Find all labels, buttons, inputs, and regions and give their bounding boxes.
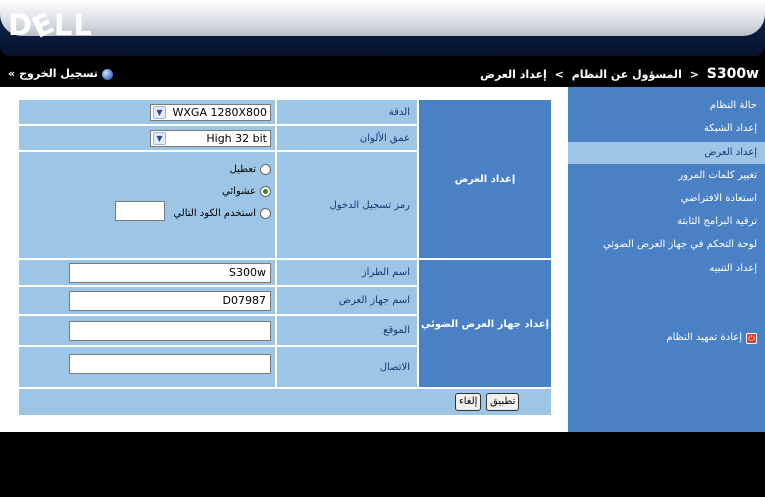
settings-form: إعداد العرض إعداد جهاز العرض الضوئي الدق… bbox=[19, 100, 551, 415]
header-banner: DELL bbox=[0, 0, 765, 56]
logout-chevron-icon: » bbox=[8, 67, 16, 80]
breadcrumb-admin[interactable]: المسؤول عن النظام bbox=[572, 68, 682, 81]
breadcrumb: S300w < المسؤول عن النظام > إعداد العرض bbox=[480, 61, 759, 87]
model-name-label: اسم الطراز bbox=[361, 267, 410, 278]
contact-label: الاتصال bbox=[379, 361, 410, 373]
cancel-button[interactable]: إلغاء bbox=[455, 393, 482, 411]
radio-random[interactable]: عشوائي bbox=[222, 182, 271, 200]
restart-label: إعادة تمهيد النظام bbox=[666, 332, 742, 343]
dell-logo: DELL bbox=[8, 5, 93, 45]
sidebar-item-display-setup[interactable]: إعداد العرض bbox=[568, 142, 765, 164]
restart-system-link[interactable]: ⏻ إعادة تمهيد النظام bbox=[568, 327, 765, 349]
sidebar-item-system-status[interactable]: حالة النظام bbox=[568, 95, 765, 117]
logout-icon bbox=[101, 68, 113, 80]
radio-use-code[interactable]: استخدم الكود التالي bbox=[173, 204, 271, 222]
main-content: حالة النظام إعداد الشبكة إعداد العرض تغي… bbox=[0, 87, 765, 432]
radio-button bbox=[260, 207, 271, 219]
projector-name-label: اسم جهاز العرض bbox=[338, 295, 410, 306]
model-name-field[interactable]: S300w bbox=[69, 263, 271, 283]
chevron-down-icon: ▼ bbox=[153, 106, 166, 119]
breadcrumb-separator: > bbox=[554, 68, 564, 81]
sidebar-item-projector-control[interactable]: لوحة التحكم في جهاز العرض الضوئي bbox=[568, 234, 765, 256]
logout-label: تسجيل الخروج bbox=[19, 67, 98, 80]
resolution-label: الدقة bbox=[388, 106, 410, 118]
column-divider bbox=[275, 100, 277, 387]
sidebar-item-network-setup[interactable]: إعداد الشبكة bbox=[568, 118, 765, 140]
sidebar: حالة النظام إعداد الشبكة إعداد العرض تغي… bbox=[568, 87, 765, 432]
header-shine bbox=[0, 0, 765, 36]
breadcrumb-current: إعداد العرض bbox=[480, 68, 547, 81]
column-divider bbox=[417, 100, 419, 387]
breadcrumb-separator: < bbox=[689, 68, 699, 81]
resolution-select[interactable]: ▼ WXGA 1280X800 bbox=[150, 104, 271, 121]
sidebar-item-firmware-update[interactable]: ترقية البرامج الثابتة bbox=[568, 211, 765, 233]
location-label: الموقع bbox=[383, 325, 410, 336]
section-projector-setup: إعداد جهاز العرض الضوئي bbox=[419, 260, 551, 389]
radio-disable[interactable]: تعطيل bbox=[230, 160, 271, 178]
contact-field[interactable] bbox=[69, 354, 271, 374]
color-depth-select[interactable]: ▼ High 32 bit bbox=[150, 130, 271, 147]
sidebar-item-alert-setup[interactable]: إعداد التنبيه bbox=[568, 258, 765, 280]
chevron-down-icon: ▼ bbox=[153, 132, 166, 145]
location-field[interactable] bbox=[69, 321, 271, 341]
login-code-input[interactable] bbox=[115, 201, 165, 221]
footer-area bbox=[0, 432, 765, 497]
projector-name-field[interactable]: D07987 bbox=[69, 291, 271, 311]
sidebar-item-restore-default[interactable]: استعادة الافتراضي bbox=[568, 188, 765, 210]
sidebar-item-change-passwords[interactable]: تغيير كلمات المرور bbox=[568, 165, 765, 187]
radio-button-checked bbox=[260, 185, 271, 197]
top-bar: S300w < المسؤول عن النظام > إعداد العرض … bbox=[0, 61, 765, 87]
radio-button bbox=[260, 163, 271, 175]
logout-link[interactable]: تسجيل الخروج » bbox=[8, 61, 113, 87]
breadcrumb-model: S300w bbox=[706, 66, 759, 82]
apply-button[interactable]: تطبيق bbox=[486, 393, 520, 411]
section-display-setup: إعداد العرض bbox=[419, 100, 551, 258]
color-depth-label: عمق الألوان bbox=[359, 132, 410, 144]
button-row: إلغاء تطبيق bbox=[19, 389, 551, 415]
power-icon: ⏻ bbox=[746, 332, 757, 344]
login-code-label: رمز تسجيل الدخول bbox=[329, 199, 411, 211]
